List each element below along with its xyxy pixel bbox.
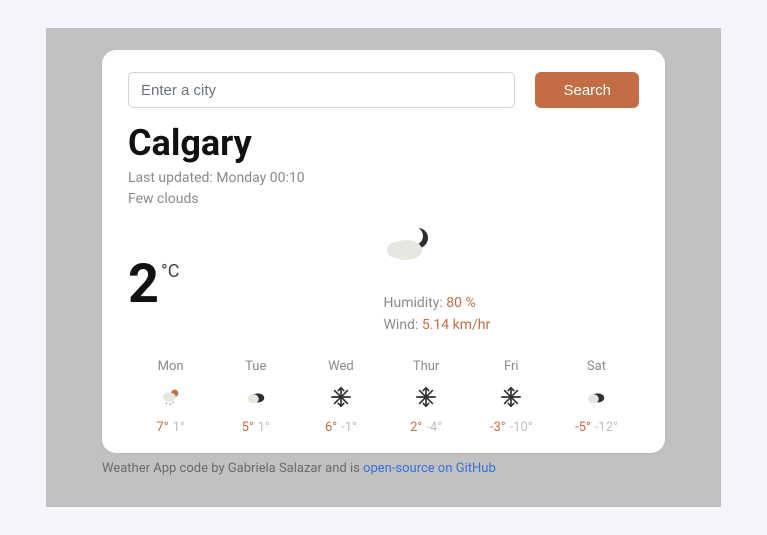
forecast-day-label: Mon [128, 359, 213, 374]
wind-label: Wind: [384, 317, 422, 333]
forecast-day-label: Fri [469, 359, 554, 374]
forecast-lo: -10° [510, 420, 533, 435]
humidity-value: 80 % [446, 295, 475, 311]
forecast-hi: -5° [575, 420, 591, 435]
forecast-hi: 5° [242, 420, 254, 435]
forecast-temps: 7° 1° [128, 420, 213, 435]
forecast-hi: 6° [325, 420, 337, 435]
forecast-temps: -5° -12° [554, 420, 639, 435]
temperature-value: 2 [128, 258, 159, 312]
snowflake-icon [298, 384, 383, 410]
forecast-hi: 2° [410, 420, 422, 435]
temperature: 2 °C [128, 258, 384, 312]
humidity-label: Humidity: [384, 295, 447, 311]
github-link[interactable]: open-source on GitHub [363, 461, 496, 476]
forecast-lo: 1° [173, 420, 185, 435]
forecast-row: Mon 7° 1° Tue 5° 1° Wed 6° -1° Thur 2° -4° Fri -3° -10… [128, 359, 639, 435]
cloud-dark-icon [213, 384, 298, 410]
forecast-lo: -4° [426, 420, 442, 435]
last-updated-label: Last updated: [128, 170, 216, 186]
footer-text: Weather App code by Gabriela Salazar and… [102, 461, 363, 476]
forecast-day-label: Sat [554, 359, 639, 374]
forecast-day-label: Wed [298, 359, 383, 374]
current-weather-icon [384, 218, 640, 274]
forecast-day: Fri -3° -10° [469, 359, 554, 435]
forecast-temps: 2° -4° [384, 420, 469, 435]
forecast-hi: -3° [490, 420, 506, 435]
forecast-day: Tue 5° 1° [213, 359, 298, 435]
cloud-dark-icon [554, 384, 639, 410]
weather-card: Search Calgary Last updated: Monday 00:1… [102, 50, 665, 453]
snowflake-icon [469, 384, 554, 410]
forecast-day: Sat -5° -12° [554, 359, 639, 435]
forecast-hi: 7° [156, 420, 168, 435]
forecast-day-label: Tue [213, 359, 298, 374]
forecast-temps: -3° -10° [469, 420, 554, 435]
current-meta: Last updated: Monday 00:10 Few clouds [128, 168, 639, 210]
forecast-lo: 1° [258, 420, 270, 435]
forecast-temps: 6° -1° [298, 420, 383, 435]
forecast-day-label: Thur [384, 359, 469, 374]
snowflake-icon [384, 384, 469, 410]
temperature-unit[interactable]: °C [161, 261, 179, 282]
app-frame: Search Calgary Last updated: Monday 00:1… [46, 28, 721, 507]
forecast-lo: -1° [341, 420, 357, 435]
forecast-lo: -12° [595, 420, 618, 435]
wind-value: 5.14 km/hr [422, 317, 490, 333]
forecast-day: Wed 6° -1° [298, 359, 383, 435]
last-updated-value: Monday 00:10 [216, 170, 304, 186]
search-button[interactable]: Search [535, 72, 639, 108]
city-search-input[interactable] [128, 72, 515, 108]
condition-text: Few clouds [128, 189, 639, 210]
forecast-temps: 5° 1° [213, 420, 298, 435]
city-name: Calgary [128, 122, 639, 164]
forecast-day: Thur 2° -4° [384, 359, 469, 435]
search-row: Search [128, 72, 639, 108]
forecast-day: Mon 7° 1° [128, 359, 213, 435]
snow-sun-icon [128, 384, 213, 410]
footer-credit: Weather App code by Gabriela Salazar and… [102, 461, 665, 476]
